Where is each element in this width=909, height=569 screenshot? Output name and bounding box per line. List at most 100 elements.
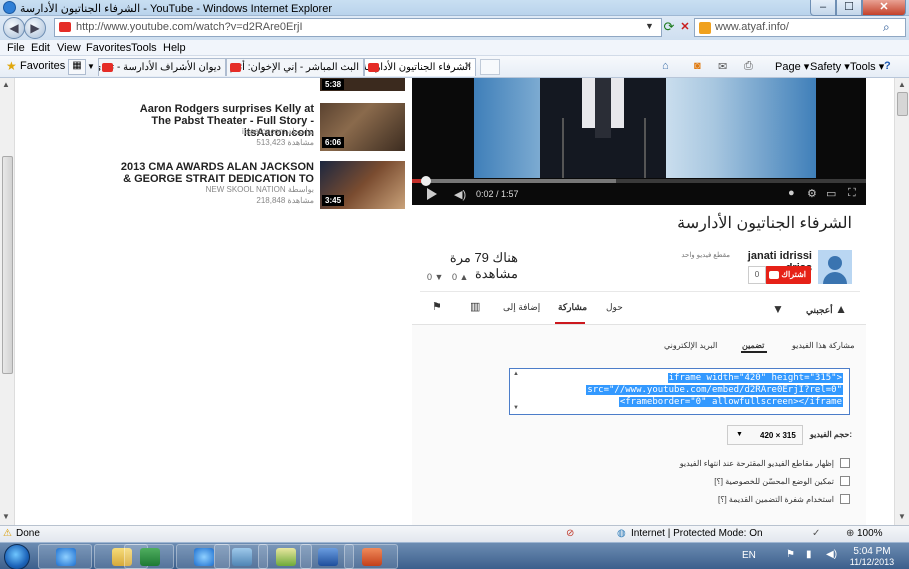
play-icon[interactable] xyxy=(427,188,437,200)
tools-menu[interactable]: Tools ▾ xyxy=(850,60,884,73)
tab-about[interactable]: حول xyxy=(606,302,623,313)
video-player[interactable]: ◀) 0:02 / 1:57 ● ⚙ ▭ ⛶ xyxy=(412,78,866,205)
textarea-scroll-up-icon[interactable]: ▲ xyxy=(513,371,519,377)
tab-share[interactable]: مشاركة xyxy=(558,302,587,313)
settings-icon[interactable]: ⚙ xyxy=(807,187,817,200)
old-embed-checkbox[interactable] xyxy=(840,494,850,504)
subscribe-button[interactable]: اشتراك xyxy=(765,266,811,284)
tab-ashraf[interactable]: ديوان الأشراف الأدارسة - تعدي xyxy=(98,58,226,76)
protected-mode-icon[interactable]: ✓ xyxy=(812,528,820,539)
scroll-down-icon[interactable]: ▼ xyxy=(2,512,10,521)
address-bar[interactable]: http://www.youtube.com/watch?v=d2RAre0Er… xyxy=(54,18,662,37)
help-icon[interactable]: ? xyxy=(884,60,891,72)
back-button[interactable]: ◀ xyxy=(3,17,25,39)
blocked-popup-icon[interactable]: ⊘ xyxy=(566,528,574,539)
scrollbar-thumb[interactable] xyxy=(2,156,13,374)
subtab-email[interactable]: البريد الإلكتروني xyxy=(664,341,717,350)
volume-icon[interactable]: ◀) xyxy=(454,188,466,201)
home-icon[interactable]: ⌂ xyxy=(662,60,669,72)
related-thumbnail-1[interactable]: 6:06 xyxy=(320,103,405,151)
search-icon[interactable]: ⌕ xyxy=(883,20,890,35)
tab-live[interactable]: البث المباشر - إني الإخوان: أئتم xyxy=(226,58,364,76)
favorites-star-icon[interactable]: ★ xyxy=(6,59,17,73)
close-button[interactable]: ✕ xyxy=(862,0,906,16)
textarea-scroll-down-icon[interactable]: ▼ xyxy=(513,405,519,411)
subtab-embed[interactable]: تضمين xyxy=(742,341,764,350)
related-channel-2: NEW SKOOL NATION بواسطة xyxy=(180,185,314,194)
taskbar-ie[interactable] xyxy=(38,544,92,569)
scrollbar-thumb[interactable] xyxy=(897,92,908,116)
safety-menu[interactable]: Safety ▾ xyxy=(810,60,850,73)
scroll-up-icon[interactable]: ▲ xyxy=(2,80,10,89)
zoom-icon[interactable]: ⊕ xyxy=(846,528,854,539)
clock-time[interactable]: 5:04 PM xyxy=(848,546,896,557)
feeds-icon[interactable]: ◙ xyxy=(694,60,701,72)
dislike-button[interactable]: ▼ xyxy=(772,302,784,316)
menu-help[interactable]: Help xyxy=(163,42,186,54)
subtab-share[interactable]: مشاركة هذا الفيديو xyxy=(792,341,855,350)
tab-list-dropdown-icon[interactable]: ▼ xyxy=(87,59,97,75)
flag-icon[interactable]: ⚑ xyxy=(432,300,442,313)
tray-flag-icon[interactable]: ⚑ xyxy=(786,549,795,560)
search-box[interactable]: www.atyaf.info/ ⌕ xyxy=(694,18,906,37)
read-mail-icon[interactable]: ✉ xyxy=(718,60,727,73)
print-icon[interactable]: ⎙ xyxy=(744,60,753,73)
scroll-up-icon[interactable]: ▲ xyxy=(898,80,906,89)
clock-date[interactable]: 11/12/2013 xyxy=(848,557,896,567)
left-scrollbar[interactable]: ▲ ▼ xyxy=(0,78,15,525)
related-thumbnail-2[interactable]: 3:45 xyxy=(320,161,405,209)
search-text: www.atyaf.info/ xyxy=(715,21,789,33)
scroll-down-icon[interactable]: ▼ xyxy=(898,512,906,521)
time-display: 0:02 / 1:57 xyxy=(476,189,519,199)
minimize-button[interactable]: – xyxy=(810,0,836,16)
embed-line-1: iframe width="420" height="315"> xyxy=(667,373,843,383)
embed-code-textarea[interactable]: ▲ iframe width="420" height="315"> src="… xyxy=(509,368,850,415)
channel-video-count: مقطع فيديو واحد xyxy=(681,252,730,259)
zoom-level[interactable]: 100% xyxy=(857,528,883,539)
menu-favorites[interactable]: Favorites xyxy=(86,42,131,54)
related-channel-name[interactable]: itsaaroncom xyxy=(242,127,286,136)
forward-button[interactable]: ▶ xyxy=(24,17,46,39)
favorites-bar: ★ Favorites ▦ ▼ ديوان الأشراف الأدارسة -… xyxy=(0,56,909,78)
start-button[interactable] xyxy=(4,544,30,569)
avatar[interactable] xyxy=(818,250,852,284)
fullscreen-icon[interactable]: ⛶ xyxy=(848,187,856,200)
right-scrollbar[interactable]: ▲ ▼ xyxy=(894,78,909,525)
stop-icon[interactable]: ✕ xyxy=(676,19,694,36)
ie-logo-icon xyxy=(3,1,16,14)
taskbar-powerpoint[interactable] xyxy=(344,544,398,569)
maximize-button[interactable]: ☐ xyxy=(836,0,862,16)
privacy-mode-label: تمكين الوضع المحسّن للخصوصية [؟] xyxy=(714,477,834,486)
quick-tabs-icon[interactable]: ▦ xyxy=(68,59,86,75)
tab-add-to[interactable]: إضافة إلى xyxy=(503,302,540,313)
annotations-icon[interactable]: ● xyxy=(788,187,795,199)
language-indicator[interactable]: EN xyxy=(742,550,756,561)
search-provider-icon xyxy=(699,22,711,34)
related-views-2: 218,848 مشاهدة xyxy=(256,196,314,205)
taskbar-excel[interactable] xyxy=(124,544,174,569)
page-menu[interactable]: Page ▾ xyxy=(775,60,809,73)
menu-edit[interactable]: Edit xyxy=(31,42,50,54)
menu-file[interactable]: File xyxy=(7,42,25,54)
related-title-2[interactable]: 2013 CMA AWARDS ALAN JACKSON & GEORGE ST… xyxy=(120,161,314,185)
video-size-select[interactable]: 420 × 315 ▼ xyxy=(727,425,803,445)
scrubber-handle[interactable] xyxy=(421,176,431,186)
related-channel-name[interactable]: NEW SKOOL NATION xyxy=(206,185,286,194)
like-button[interactable]: أعجبني ▲ xyxy=(806,302,847,316)
theater-mode-icon[interactable]: ▭ xyxy=(826,187,836,200)
address-dropdown-icon[interactable]: ▼ xyxy=(645,21,654,31)
menu-tools[interactable]: Tools xyxy=(131,42,157,54)
tray-volume-icon[interactable]: ◀) xyxy=(826,549,837,560)
tab-label: ديوان الأشراف الأدارسة - تعدي xyxy=(98,62,221,73)
favorites-button[interactable]: Favorites xyxy=(20,60,65,72)
related-thumbnail-top[interactable]: 5:38 xyxy=(320,78,405,91)
new-tab-button[interactable] xyxy=(480,59,500,75)
show-suggested-checkbox[interactable] xyxy=(840,458,850,468)
close-tab-icon[interactable]: ✕ xyxy=(464,61,472,72)
privacy-mode-checkbox[interactable] xyxy=(840,476,850,486)
stats-icon[interactable]: ▥ xyxy=(470,300,480,313)
active-subtab-indicator xyxy=(741,351,767,353)
tab-current[interactable]: الشرفاء الجناتيون الأدارسة ... ✕ xyxy=(364,58,476,76)
tray-network-icon[interactable]: ▮ xyxy=(806,549,812,560)
menu-view[interactable]: View xyxy=(57,42,81,54)
